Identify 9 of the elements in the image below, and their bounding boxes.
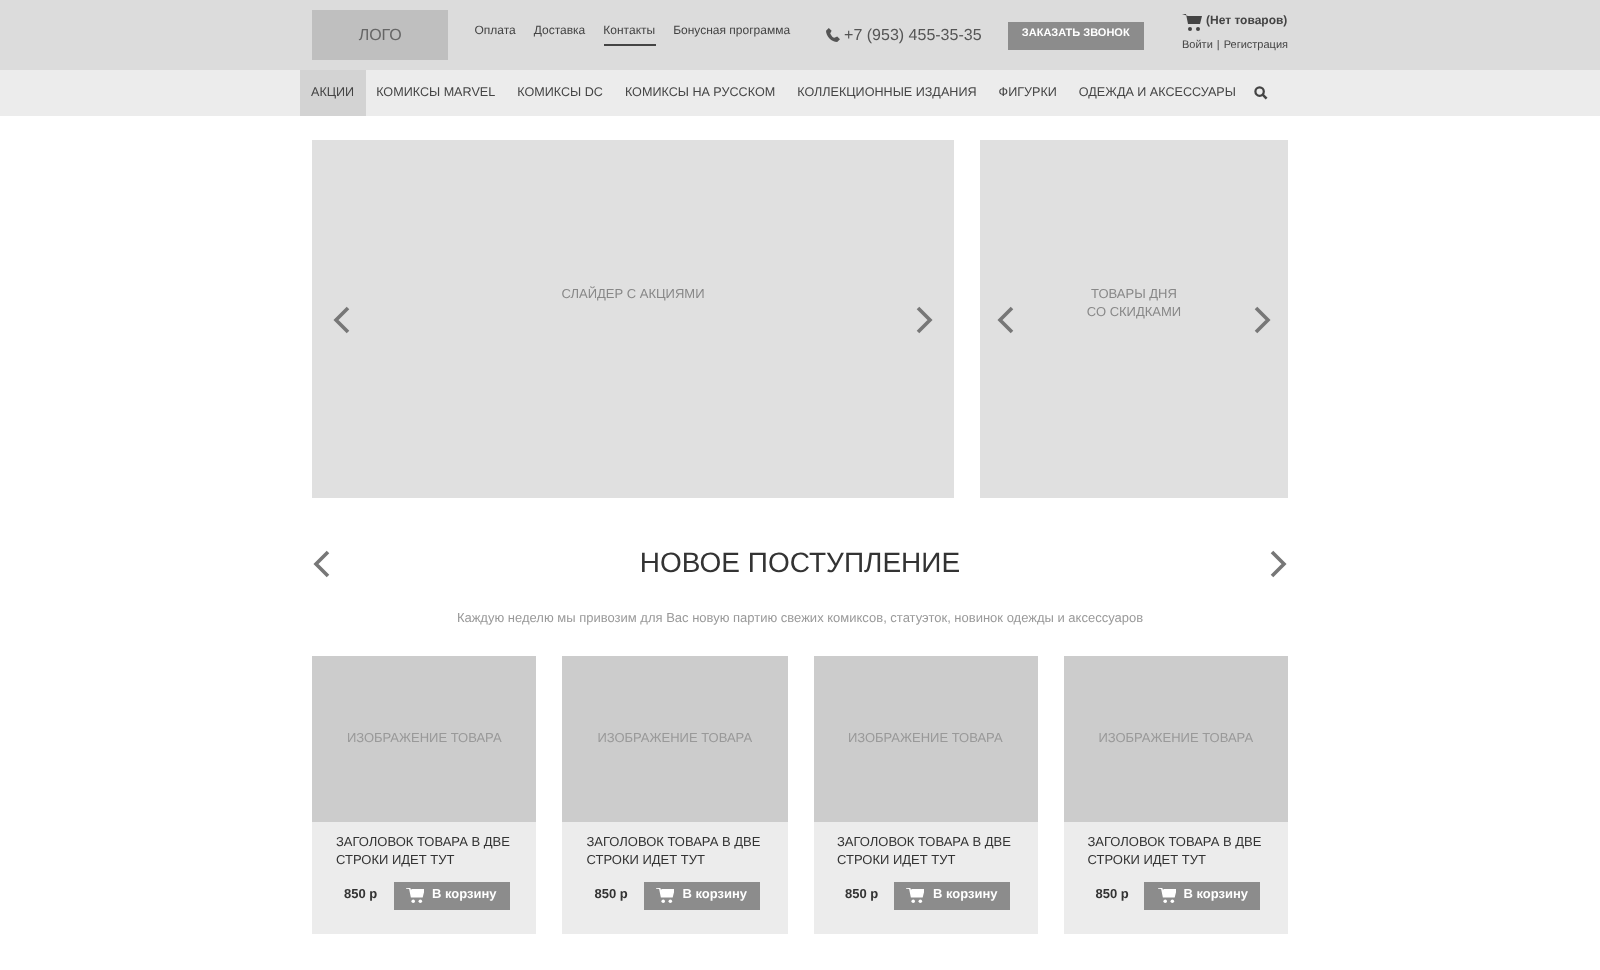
- cart-icon: [405, 888, 424, 904]
- phone-number: +7 (953) 455-35-35: [844, 23, 982, 47]
- cart-icon: [1157, 888, 1176, 904]
- search-icon[interactable]: [1254, 86, 1269, 100]
- section-title: НОВОЕ ПОСТУПЛЕНИЕ: [639, 544, 961, 582]
- cart-icon[interactable]: [1182, 14, 1202, 33]
- cart-icon: [656, 888, 675, 904]
- cart-icon: [906, 888, 925, 904]
- phone-icon: [826, 28, 841, 42]
